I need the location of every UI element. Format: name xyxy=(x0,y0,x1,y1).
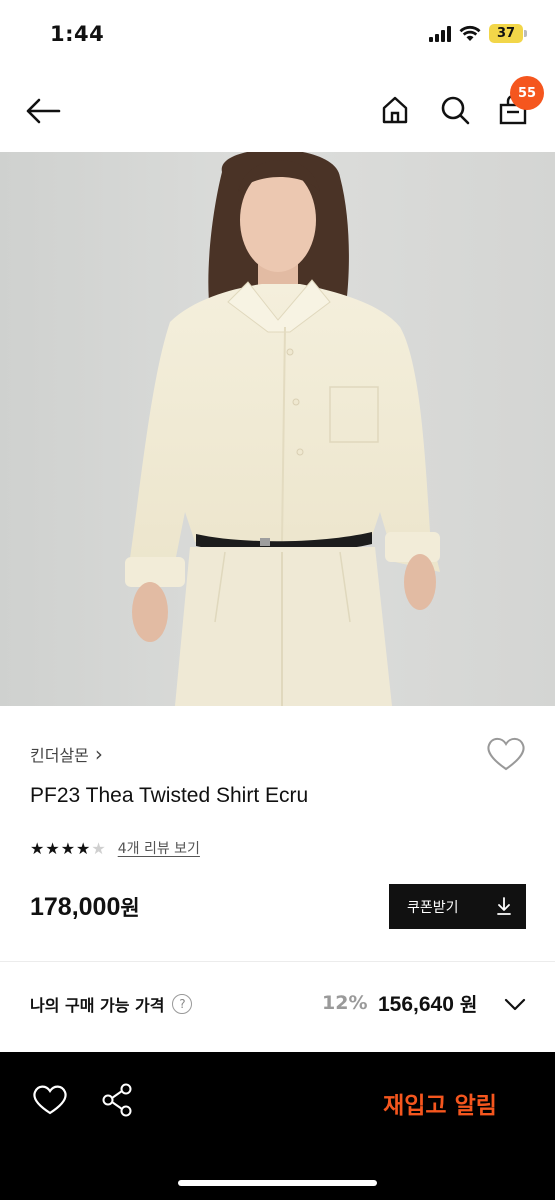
my-price-label: 나의 구매 가능 가격 ? xyxy=(30,992,193,1016)
share-icon xyxy=(102,1083,132,1117)
cart-count-badge: 55 xyxy=(510,76,544,110)
chevron-right-icon: › xyxy=(94,742,103,766)
heart-outline-icon xyxy=(487,737,525,771)
price-unit: 원 xyxy=(120,897,140,920)
star-icon: ★ xyxy=(45,838,60,858)
battery-level: 37 xyxy=(489,24,523,43)
final-price: 156,640 원 xyxy=(378,990,477,1017)
status-time: 1:44 xyxy=(50,22,105,46)
product-price: 178,000원 xyxy=(30,892,140,922)
bottom-action-bar: 재입고 알림 xyxy=(0,1052,555,1200)
bottom-wishlist-button[interactable] xyxy=(32,1084,72,1124)
star-icon: ★ xyxy=(60,838,76,858)
star-icon: ★ xyxy=(91,838,106,858)
status-bar: 1:44 37 xyxy=(0,0,555,70)
star-rating: ★ ★ ★ ★ ★ xyxy=(30,839,106,858)
status-icons: 37 xyxy=(429,24,527,43)
restock-alert-button[interactable]: 재입고 알림 xyxy=(360,1078,520,1128)
download-icon xyxy=(497,897,511,915)
arrow-left-icon xyxy=(26,98,61,124)
star-icon: ★ xyxy=(76,838,91,858)
search-button[interactable] xyxy=(435,90,475,130)
rating-row: ★ ★ ★ ★ ★ 4개 리뷰 보기 xyxy=(30,838,200,858)
search-icon xyxy=(441,96,470,125)
wishlist-button[interactable] xyxy=(486,736,526,776)
share-button[interactable] xyxy=(100,1082,140,1124)
star-icon: ★ xyxy=(30,838,45,858)
home-button[interactable] xyxy=(375,90,415,130)
brand-link[interactable]: 킨더살몬 › xyxy=(30,742,103,766)
product-title: PF23 Thea Twisted Shirt Ecru xyxy=(30,784,309,807)
nav-bar: 55 xyxy=(0,70,555,152)
help-icon[interactable]: ? xyxy=(172,994,193,1014)
home-indicator xyxy=(178,1180,377,1186)
final-price-value: 156,640 xyxy=(378,993,454,1016)
heart-outline-icon xyxy=(33,1085,67,1115)
price-value: 178,000 xyxy=(30,893,121,921)
coupon-label: 쿠폰받기 xyxy=(407,899,459,916)
back-button[interactable] xyxy=(22,92,64,130)
final-price-unit: 원 xyxy=(459,994,478,1016)
signal-icon xyxy=(429,25,451,42)
product-image[interactable] xyxy=(0,152,555,706)
discount-rate: 12% xyxy=(322,992,368,1014)
battery-icon: 37 xyxy=(489,24,527,43)
home-icon xyxy=(382,96,408,124)
coupon-button[interactable]: 쿠폰받기 xyxy=(389,884,526,929)
review-link[interactable]: 4개 리뷰 보기 xyxy=(118,838,200,858)
brand-name: 킨더살몬 xyxy=(30,746,89,765)
chevron-down-icon[interactable] xyxy=(503,992,527,1016)
model-illustration xyxy=(0,152,555,706)
my-price-label-text: 나의 구매 가능 가격 xyxy=(30,996,165,1015)
my-price-row[interactable]: 나의 구매 가능 가격 ? 12% 156,640 원 xyxy=(0,962,555,1050)
wifi-icon xyxy=(459,25,481,41)
